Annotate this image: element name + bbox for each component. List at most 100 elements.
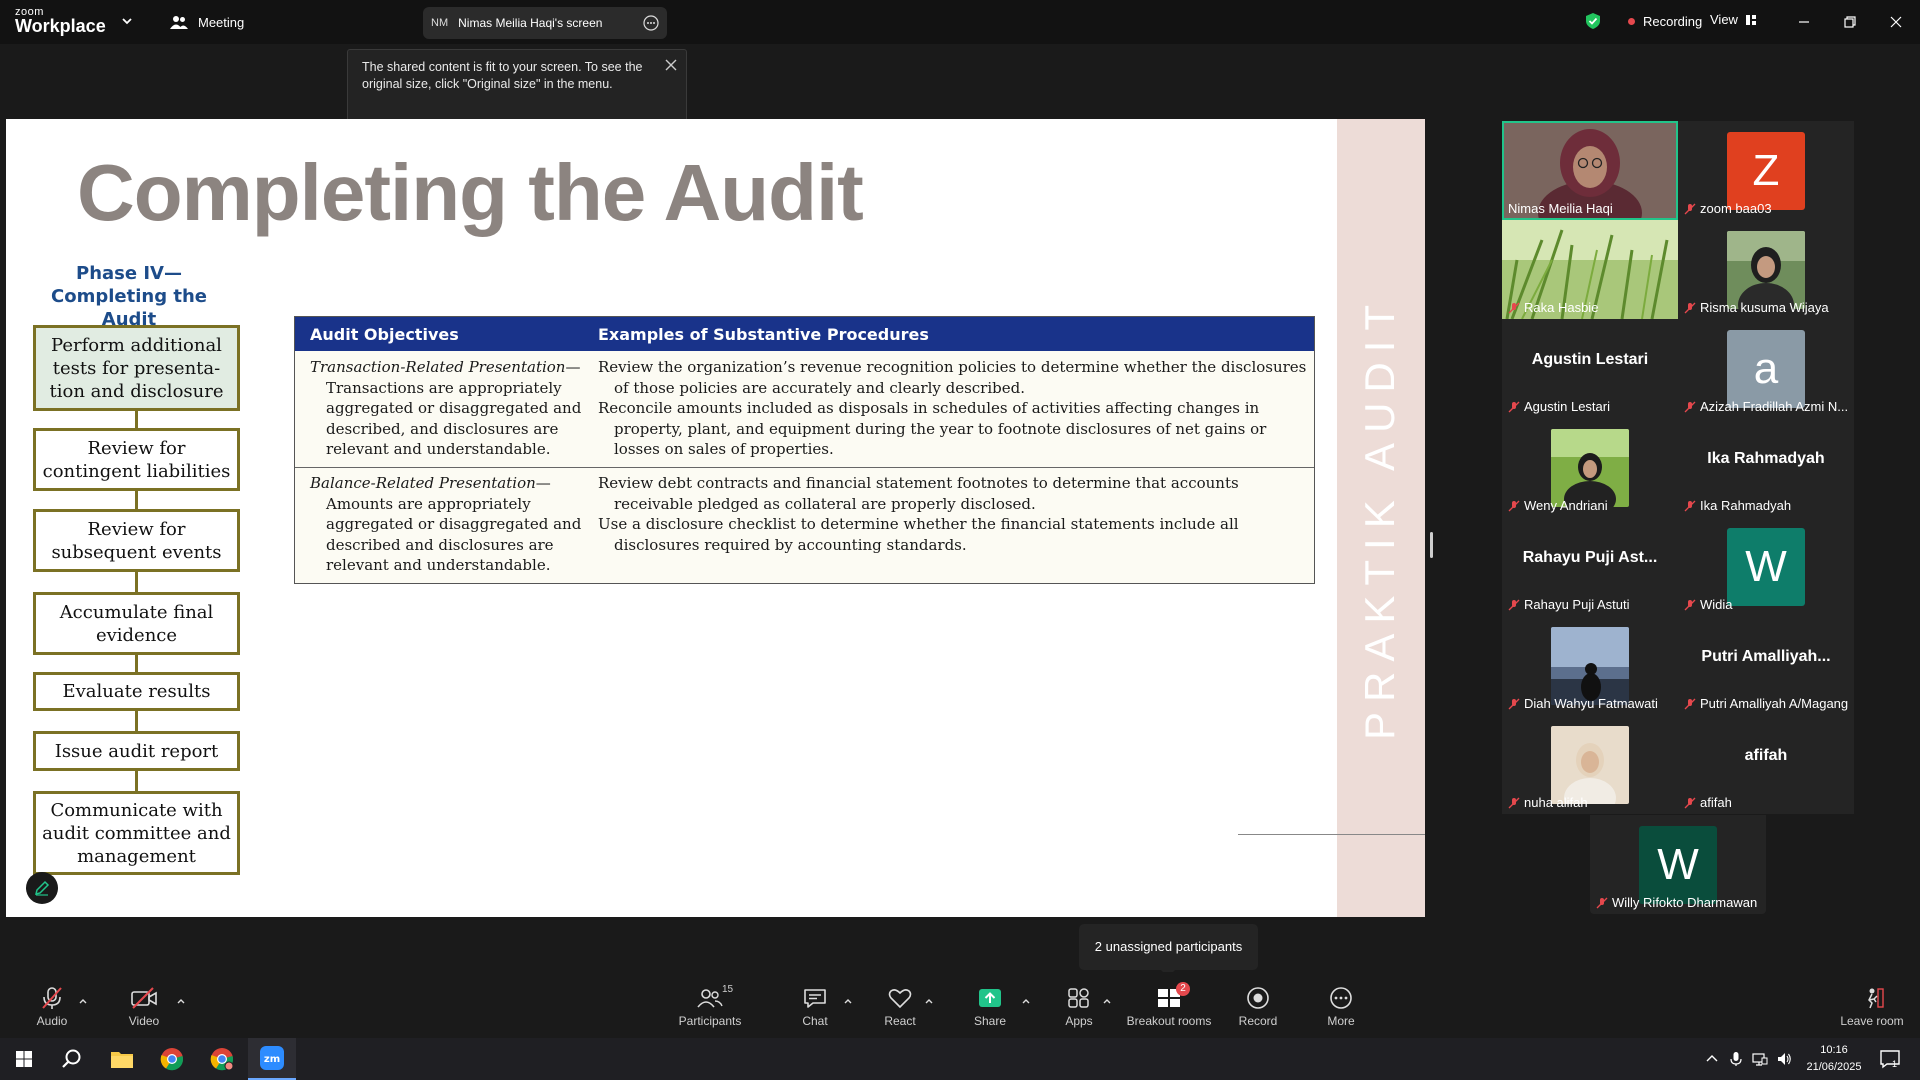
meeting-label: Meeting [198,14,245,30]
notifications-button[interactable]: 1 [1870,1038,1910,1080]
recording-indicator[interactable]: Recording [1584,10,1702,32]
objective-title: Balance-Related Presentation [310,474,536,492]
windows-logo-icon [16,1051,32,1067]
logo-big-text: Workplace [15,16,106,36]
people-icon [170,16,188,29]
chevron-up-icon[interactable] [1102,996,1112,1006]
mic-off-icon [1684,203,1696,214]
flow-connector [135,411,138,428]
meeting-button[interactable]: Meeting [170,12,244,32]
chevron-down-icon[interactable] [120,14,134,28]
taskbar-search-button[interactable] [48,1038,96,1080]
taskbar-chrome[interactable] [148,1038,196,1080]
clock-time: 10:16 [1820,1044,1848,1056]
leave-room-button[interactable]: Leave room [1834,986,1910,1036]
breakout-rooms-button[interactable]: Breakout rooms [1124,986,1214,1036]
share-label: Share [973,1014,1007,1028]
start-button[interactable] [0,1038,48,1080]
react-button[interactable]: React [870,986,930,1036]
share-button[interactable]: Share [960,986,1020,1036]
participant-tile[interactable]: Agustin Lestari Agustin Lestari [1502,319,1678,418]
more-options-icon[interactable] [643,15,659,31]
record-label: Record [1238,1014,1278,1028]
leave-room-label: Leave room [1840,1014,1904,1028]
taskbar-clock[interactable]: 10:16 21/06/2025 [1794,1042,1874,1076]
annotate-button[interactable] [26,872,58,904]
folder-icon [111,1052,133,1068]
participant-tile[interactable]: W Widia [1678,517,1854,616]
zoom-logo: zoom Workplace [15,7,106,36]
chevron-up-icon[interactable] [924,996,934,1006]
participant-photo [1727,231,1805,309]
close-window-icon[interactable] [1884,10,1908,34]
taskbar-chrome-profile[interactable] [198,1038,246,1080]
participant-tile[interactable]: a Azizah Fradillah Azmi N... [1678,319,1854,418]
flow-connector [135,771,138,791]
restore-icon[interactable] [1838,10,1862,34]
chevron-up-icon[interactable] [78,996,88,1006]
chat-button[interactable]: Chat [785,986,845,1036]
participant-tile[interactable]: W Willy Rifokto Dharmawan [1590,815,1766,914]
more-button[interactable]: More [1311,986,1371,1036]
participant-tile[interactable]: afifah afifah [1678,715,1854,814]
search-icon [62,1049,81,1068]
notification-icon [1880,1050,1900,1069]
phase-title: Phase IV— Completing the Audit [24,262,234,331]
view-label: View [1710,12,1738,27]
volume-icon[interactable] [1776,1051,1792,1067]
title-bar: zoom Workplace Meeting NM Nimas Meilia H… [0,0,1920,44]
participants-button[interactable]: Participants [670,986,750,1036]
participant-name: Raka Hasbie [1508,300,1598,315]
participant-tile[interactable]: Z zoom baa03 [1678,121,1854,220]
participant-tile[interactable]: Risma kusuma Wijaya [1678,220,1854,319]
microphone-icon[interactable] [1728,1051,1744,1067]
taskbar-zoom[interactable]: zm [248,1038,296,1080]
phase-title-line1: Phase IV— [76,263,182,284]
participant-tile[interactable]: nuha alifah [1502,715,1678,814]
mic-off-icon [1508,401,1520,412]
chevron-up-icon[interactable] [176,996,186,1006]
apps-button[interactable]: Apps [1049,986,1109,1036]
flow-connector [135,491,138,509]
table-cell-objective: Transaction-Related Presentation—Transac… [310,357,590,460]
more-label: More [1327,1014,1355,1028]
participant-display-name: Ika Rahmadyah [1707,450,1825,467]
chevron-up-icon[interactable] [1704,1051,1720,1067]
panel-resize-handle[interactable] [1430,532,1433,558]
participant-tile[interactable]: Nimas Meilia Haqi [1502,121,1678,220]
participant-display-name: Agustin Lestari [1531,351,1649,368]
shared-screen-tab[interactable]: NM Nimas Meilia Haqi's screen [423,7,667,39]
clock-date: 21/06/2025 [1806,1061,1862,1073]
participant-tile[interactable]: Rahayu Puji Ast... Rahayu Puji Astuti [1502,517,1678,616]
participant-tile[interactable]: Putri Amalliyah... Putri Amalliyah A/Mag… [1678,616,1854,715]
chevron-up-icon[interactable] [1021,996,1031,1006]
mic-off-icon [1684,698,1696,709]
record-button[interactable]: Record [1228,986,1288,1036]
close-icon[interactable] [664,58,678,72]
view-button[interactable]: View [1710,12,1757,27]
chevron-up-icon[interactable] [843,996,853,1006]
procedure-text: Review debt contracts and financial stat… [598,474,1239,513]
minimize-icon[interactable] [1792,10,1816,34]
taskbar-file-explorer[interactable] [98,1038,146,1080]
participants-gallery: Nimas Meilia Haqi Z zoom baa03 Raka Hasb… [1502,121,1854,814]
participant-tile[interactable]: Ika Rahmadyah Ika Rahmadyah [1678,418,1854,517]
participant-name: zoom baa03 [1684,201,1772,216]
breakout-rooms-label: Breakout rooms [1126,1014,1212,1028]
participant-tile[interactable]: Diah Wahyu Fatmawati [1502,616,1678,715]
participant-tile[interactable]: Weny Andriani [1502,418,1678,517]
participant-photo [1551,726,1629,804]
audio-button[interactable]: Audio [22,986,82,1036]
participant-tile[interactable]: Raka Hasbie [1502,220,1678,319]
participants-label: Participants [678,1014,742,1028]
flow-step: Evaluate results [33,672,240,711]
network-icon[interactable] [1752,1051,1768,1067]
fit-screen-tooltip: The shared content is fit to your screen… [347,49,687,125]
recording-label: Recording [1643,13,1703,29]
video-button[interactable]: Video [114,986,174,1036]
flow-step: Review for contingent liabilities [33,428,240,491]
windows-taskbar: zm 10:16 21/06/2025 1 [0,1038,1920,1080]
participant-name: Nimas Meilia Haqi [1508,201,1613,216]
table-cell-procedures: Review the organization’s revenue recogn… [598,357,1308,460]
slide-divider-line [1238,834,1425,835]
